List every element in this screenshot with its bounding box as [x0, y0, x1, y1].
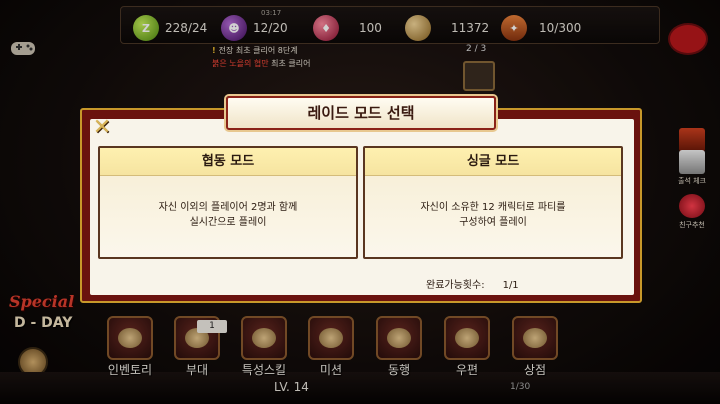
single-mode-title: 싱글 모드 — [365, 148, 621, 176]
single-mode-card[interactable]: 싱글 모드 자신이 소유한 12 캐릭터로 파티를 구성하여 플레이 — [363, 146, 623, 259]
completion-count: 완료가능횟수: 1/1 — [426, 280, 519, 291]
single-mode-desc: 자신이 소유한 12 캐릭터로 파티를 구성하여 플레이 — [420, 202, 566, 228]
dialog-title: 레이드 모드 선택 — [226, 96, 496, 130]
close-icon[interactable]: ✕ — [90, 116, 114, 140]
game-screen: Z 228/24 ☻ 03:17 12/20 ♦ 100 11372 ✦ 10/… — [0, 0, 720, 404]
coop-mode-desc: 자신 이외의 플레이어 2명과 함께 실시간으로 플레이 — [158, 202, 298, 228]
coop-mode-title: 협동 모드 — [100, 148, 356, 176]
coop-mode-card[interactable]: 협동 모드 자신 이외의 플레이어 2명과 함께 실시간으로 플레이 — [98, 146, 358, 259]
